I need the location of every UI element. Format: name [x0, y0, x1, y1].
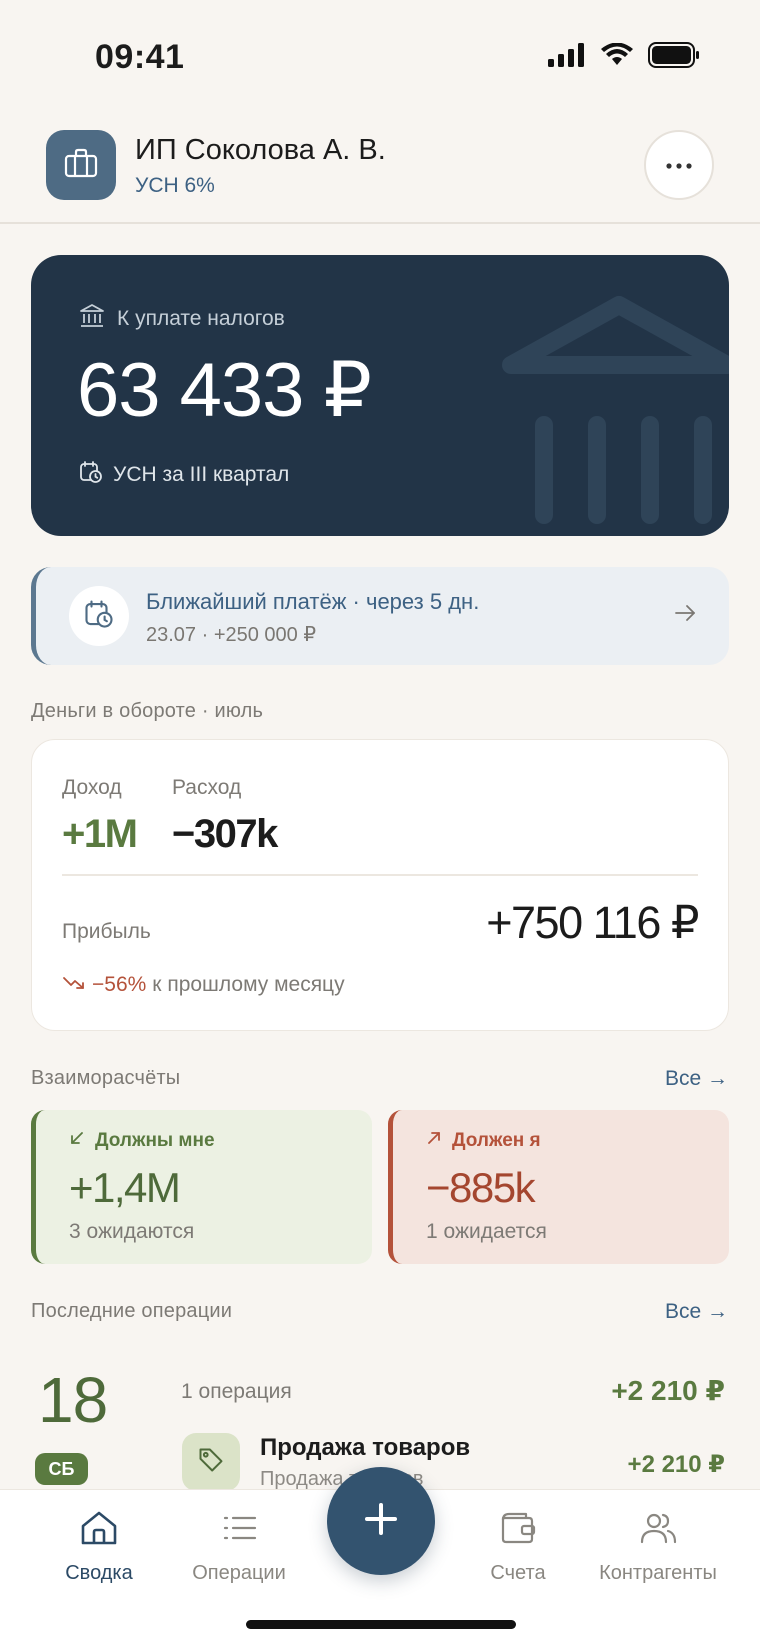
next-payment-icon-wrap [69, 586, 129, 646]
tax-due-card[interactable]: К уплате налогов 63 433 ₽ УСН за III ква… [31, 255, 729, 536]
money-card[interactable]: Доход +1M Расход −307k Прибыль +750 116 … [31, 739, 729, 1031]
home-indicator[interactable] [246, 1620, 516, 1629]
income-value: +1M [62, 812, 138, 856]
money-section-title: Деньги в обороте · июль [31, 700, 264, 722]
operation-item-title[interactable]: Продажа товаров [260, 1434, 470, 1462]
settlements-all-link[interactable]: Все → [665, 1067, 728, 1091]
operation-day-number: 18 [38, 1364, 108, 1436]
app-header: ИП Соколова А. В. УСН 6% [0, 112, 760, 224]
nav-item-operations[interactable]: Операции [169, 1508, 309, 1585]
change-value: −56% [92, 973, 147, 996]
profit-label: Прибыль [62, 920, 151, 943]
calendar-clock-icon [84, 599, 114, 634]
status-bar: 09:41 [0, 0, 760, 112]
battery-icon [648, 42, 700, 73]
nav-label-counterparties: Контрагенты [599, 1562, 717, 1584]
i-owe-head: Должен я [426, 1130, 541, 1152]
profit-value: +750 116 ₽ [486, 897, 699, 948]
wifi-icon [600, 42, 634, 72]
expense-label: Расход [172, 776, 242, 799]
nav-item-counterparties[interactable]: Контрагенты [588, 1508, 728, 1585]
operations-title: Последние операции [31, 1300, 233, 1322]
nav-label-operations: Операции [192, 1562, 286, 1584]
operation-count: 1 операция [181, 1380, 292, 1403]
operation-day-badge: СБ [35, 1453, 88, 1485]
bank-icon [489, 295, 729, 536]
owed-to-me-card[interactable]: Должны мне +1,4M 3 ожидаются [31, 1110, 372, 1264]
tax-regime-label: УСН 6% [135, 174, 215, 197]
home-icon [79, 1508, 119, 1554]
income-label: Доход [62, 776, 122, 799]
nav-item-accounts[interactable]: Счета [448, 1508, 588, 1585]
change-text: к прошлому месяцу [152, 973, 345, 996]
arrow-up-right-icon [426, 1130, 442, 1152]
operation-item-icon-wrap[interactable] [182, 1433, 240, 1491]
company-name[interactable]: ИП Соколова А. В. [135, 134, 386, 167]
nav-item-summary[interactable]: Сводка [29, 1508, 169, 1585]
operations-all-link[interactable]: Все → [665, 1300, 728, 1324]
settlements-title: Взаиморасчёты [31, 1067, 181, 1089]
i-owe-label: Должен я [452, 1130, 541, 1151]
operation-item-amount: +2 210 ₽ [627, 1451, 725, 1478]
tag-icon [197, 1446, 225, 1479]
owed-to-me-sub: 3 ожидаются [69, 1220, 195, 1243]
profit-change: −56% к прошлому месяцу [62, 973, 345, 997]
signal-icon [548, 43, 586, 72]
operation-day-total: +2 210 ₽ [611, 1375, 725, 1406]
arrow-right-icon [673, 601, 697, 630]
briefcase-icon [64, 148, 98, 183]
list-icon [219, 1508, 259, 1554]
plus-icon [363, 1501, 399, 1542]
owed-to-me-head: Должны мне [69, 1130, 215, 1152]
owed-to-me-label: Должны мне [95, 1130, 215, 1151]
tax-amount: 63 433 ₽ [77, 348, 372, 433]
divider [62, 874, 698, 876]
tax-period-row: УСН за III квартал [79, 460, 289, 490]
tax-period: УСН за III квартал [113, 463, 290, 486]
nav-label-summary: Сводка [65, 1562, 133, 1584]
trend-down-icon [62, 973, 86, 997]
status-icons [548, 42, 700, 73]
tax-label: К уплате налогов [117, 307, 285, 330]
i-owe-card[interactable]: Должен я −885k 1 ожидается [388, 1110, 729, 1264]
tax-label-row: К уплате налогов [79, 303, 285, 335]
expense-value: −307k [172, 812, 278, 856]
i-owe-sub: 1 ожидается [426, 1220, 547, 1243]
arrow-down-left-icon [69, 1130, 85, 1152]
more-button[interactable] [644, 130, 714, 200]
bank-icon [79, 303, 105, 335]
company-avatar[interactable] [46, 130, 116, 200]
wallet-icon [498, 1508, 538, 1554]
add-operation-button[interactable] [327, 1467, 435, 1575]
calendar-clock-icon [79, 460, 103, 490]
next-payment-title: Ближайший платёж · через 5 дн. [146, 589, 480, 614]
next-payment-banner[interactable]: Ближайший платёж · через 5 дн. 23.07 · +… [31, 567, 729, 665]
users-icon [638, 1508, 678, 1554]
status-time: 09:41 [95, 38, 185, 76]
nav-label-accounts: Счета [490, 1562, 546, 1584]
i-owe-value: −885k [426, 1164, 536, 1211]
next-payment-subtitle: 23.07 · +250 000 ₽ [146, 624, 317, 646]
owed-to-me-value: +1,4M [69, 1164, 181, 1211]
more-dots-icon [666, 145, 692, 176]
